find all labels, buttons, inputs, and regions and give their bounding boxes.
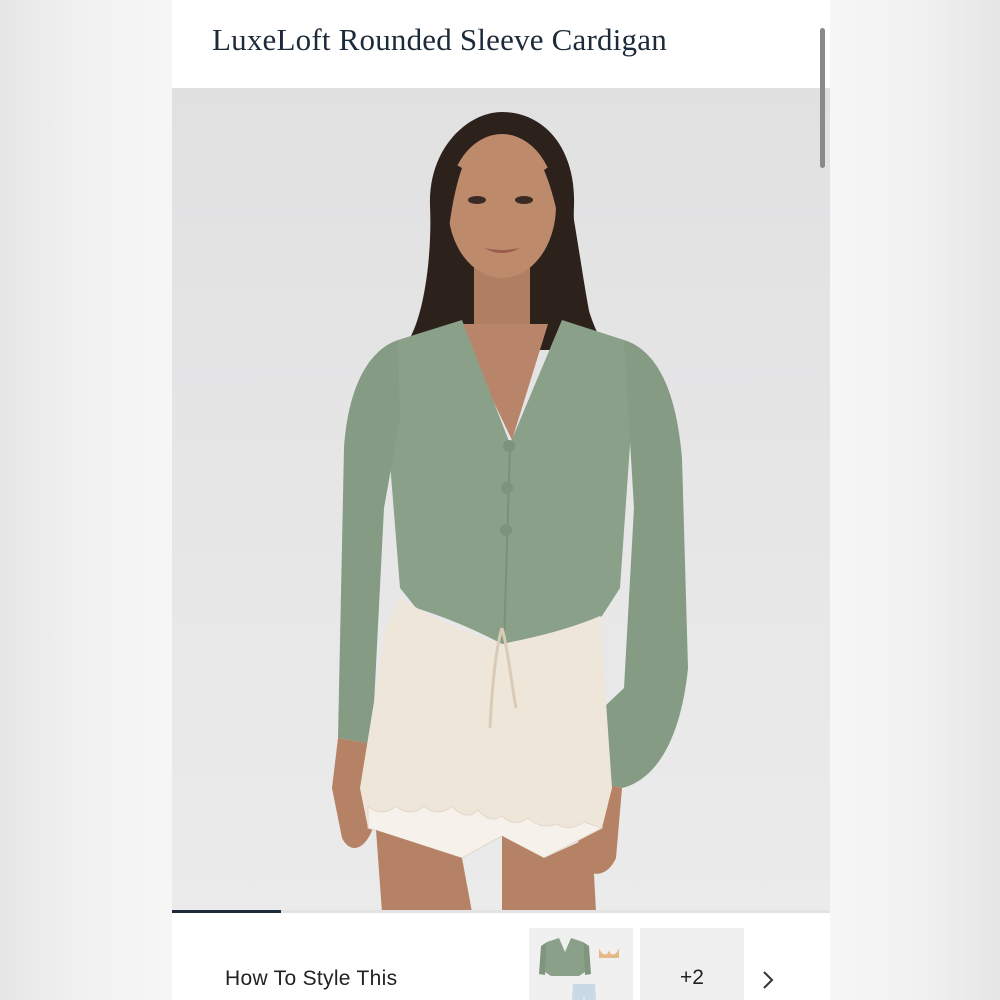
product-title: LuxeLoft Rounded Sleeve Cardigan [212,22,667,57]
product-image[interactable] [172,88,830,912]
more-count-label: +2 [680,966,704,989]
product-header: LuxeLoft Rounded Sleeve Cardigan [172,0,830,88]
how-to-style-label: How To Style This [225,967,398,990]
outfit-thumbnail-illustration [539,938,619,1000]
chevron-right-icon[interactable] [760,965,778,995]
product-photo-illustration [332,112,688,912]
outfit-thumbnail[interactable] [529,928,633,1000]
product-page: LuxeLoft Rounded Sleeve Cardigan How To … [172,0,830,1000]
scrollbar[interactable] [820,28,825,168]
more-outfits-button[interactable]: +2 [640,928,744,1000]
how-to-style-section[interactable]: How To Style This +2 [172,913,830,1000]
